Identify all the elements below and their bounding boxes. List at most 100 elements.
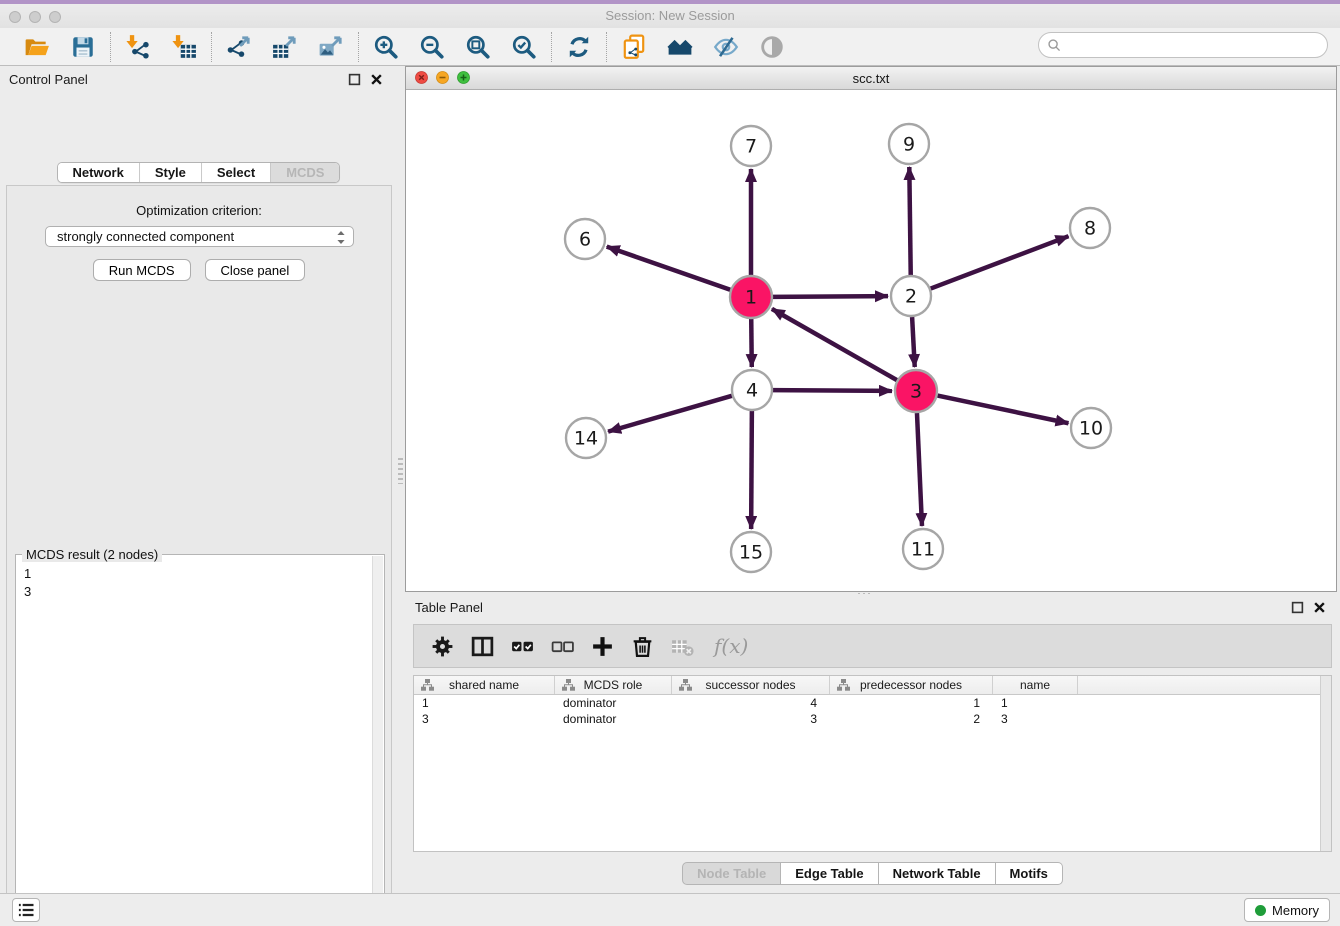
table-panel: Table Panel f(x) shared name MCDS role suc… [405, 594, 1340, 893]
memory-button[interactable]: Memory [1244, 898, 1330, 922]
column-header-name[interactable]: name [993, 676, 1078, 694]
task-history-button[interactable] [12, 898, 40, 922]
refresh-layout-icon[interactable] [566, 34, 592, 60]
zoom-out-icon[interactable] [419, 34, 445, 60]
edge-1-2[interactable] [773, 296, 888, 297]
window-title: Session: New Session [0, 8, 1340, 23]
close-panel-button[interactable]: Close panel [205, 259, 306, 281]
table-panel-title: Table Panel [415, 600, 483, 615]
split-columns-icon[interactable] [470, 634, 495, 659]
table-cell[interactable]: dominator [555, 711, 672, 727]
edge-2-8[interactable] [931, 236, 1069, 288]
zoom-selected-icon[interactable] [511, 34, 537, 60]
zoom-in-icon[interactable] [373, 34, 399, 60]
column-header-successor-nodes[interactable]: successor nodes [672, 676, 830, 694]
graph-node-label: 10 [1079, 418, 1103, 440]
select-all-icon[interactable] [510, 634, 535, 659]
column-label: MCDS role [584, 678, 643, 692]
edge-4-15[interactable] [751, 411, 752, 529]
selected-option: strongly connected component [57, 229, 234, 244]
column-tree-icon [562, 679, 575, 691]
mcds-result-list[interactable]: 1 3 [16, 559, 372, 926]
export-table-icon[interactable] [272, 34, 298, 60]
edge-3-11[interactable] [917, 413, 922, 526]
network-canvas[interactable]: 7968124314101511 [406, 90, 1336, 591]
close-panel-icon[interactable] [370, 73, 383, 86]
table-row[interactable]: 1dominator411 [414, 695, 1331, 711]
save-session-icon[interactable] [70, 34, 96, 60]
toolbar-group [10, 34, 110, 60]
graph-node-label: 14 [574, 428, 598, 450]
column-header-MCDS-role[interactable]: MCDS role [555, 676, 672, 694]
table-cell[interactable]: 3 [414, 711, 555, 727]
tab-style[interactable]: Style [139, 163, 201, 182]
column-header-predecessor-nodes[interactable]: predecessor nodes [830, 676, 993, 694]
list-icon [16, 900, 36, 920]
zoom-fit-icon[interactable] [465, 34, 491, 60]
table-cell[interactable]: 4 [672, 695, 830, 711]
close-table-panel-icon[interactable] [1313, 601, 1326, 614]
edge-2-3[interactable] [912, 317, 915, 367]
tab-node-table[interactable]: Node Table [682, 862, 781, 885]
column-tree-icon [421, 679, 434, 691]
optimization-criterion-label: Optimization criterion: [7, 203, 391, 218]
float-panel-icon[interactable] [348, 73, 361, 86]
column-label: shared name [449, 678, 519, 692]
table-row[interactable]: 3dominator323 [414, 711, 1331, 727]
gear-icon[interactable] [430, 634, 455, 659]
edge-1-6[interactable] [607, 247, 731, 290]
column-label: successor nodes [705, 678, 795, 692]
home-icon[interactable] [667, 34, 693, 60]
graph-node-label: 1 [745, 287, 757, 309]
table-cell[interactable]: 1 [993, 695, 1078, 711]
edge-3-1[interactable] [772, 309, 897, 380]
search-field[interactable] [1038, 32, 1328, 58]
vertical-splitter-grip[interactable] [398, 458, 403, 484]
table-cell[interactable]: 3 [993, 711, 1078, 727]
tab-select[interactable]: Select [201, 163, 270, 182]
export-network-icon[interactable] [226, 34, 252, 60]
graph-node-label: 4 [746, 380, 758, 402]
export-image-icon[interactable] [318, 34, 344, 60]
network-view-title: scc.txt [406, 71, 1336, 86]
table-body: 1dominator4113dominator323 [414, 695, 1331, 727]
tab-motifs[interactable]: Motifs [996, 862, 1063, 885]
table-scrollbar[interactable] [1320, 676, 1331, 851]
open-session-icon[interactable] [24, 34, 50, 60]
table-cell[interactable]: 2 [830, 711, 993, 727]
import-network-icon[interactable] [125, 34, 151, 60]
mcds-tab-content: Optimization criterion: strongly connect… [6, 185, 392, 926]
clone-network-icon[interactable] [621, 34, 647, 60]
edge-4-3[interactable] [773, 390, 892, 391]
table-cell[interactable]: 1 [830, 695, 993, 711]
add-row-icon[interactable] [590, 634, 615, 659]
run-mcds-button[interactable]: Run MCDS [93, 259, 191, 281]
edge-3-10[interactable] [938, 396, 1069, 424]
tab-network[interactable]: Network [58, 163, 139, 182]
table-cell[interactable]: dominator [555, 695, 672, 711]
column-header-shared-name[interactable]: shared name [414, 676, 555, 694]
memory-label: Memory [1272, 903, 1319, 918]
table-toolbar: f(x) [413, 624, 1332, 668]
tab-network-table[interactable]: Network Table [879, 862, 996, 885]
birdseye-icon[interactable] [759, 34, 785, 60]
edge-4-14[interactable] [608, 396, 732, 432]
toolbar-group [552, 34, 606, 60]
tab-edge-table[interactable]: Edge Table [781, 862, 878, 885]
status-bar: Memory [0, 893, 1340, 926]
tab-mcds[interactable]: MCDS [270, 163, 339, 182]
table-cell[interactable]: 3 [672, 711, 830, 727]
hide-panels-icon[interactable] [713, 34, 739, 60]
deselect-all-icon[interactable] [550, 634, 575, 659]
edge-2-9[interactable] [909, 167, 910, 275]
float-table-panel-icon[interactable] [1291, 601, 1304, 614]
column-label: name [1020, 678, 1050, 692]
optimization-criterion-select[interactable]: strongly connected component [45, 226, 354, 247]
network-view-titlebar[interactable]: scc.txt [406, 67, 1336, 90]
result-scrollbar[interactable] [372, 556, 383, 926]
import-table-icon[interactable] [171, 34, 197, 60]
edge-1-4[interactable] [751, 319, 752, 367]
column-tree-icon [837, 679, 850, 691]
delete-row-icon[interactable] [630, 634, 655, 659]
table-cell[interactable]: 1 [414, 695, 555, 711]
